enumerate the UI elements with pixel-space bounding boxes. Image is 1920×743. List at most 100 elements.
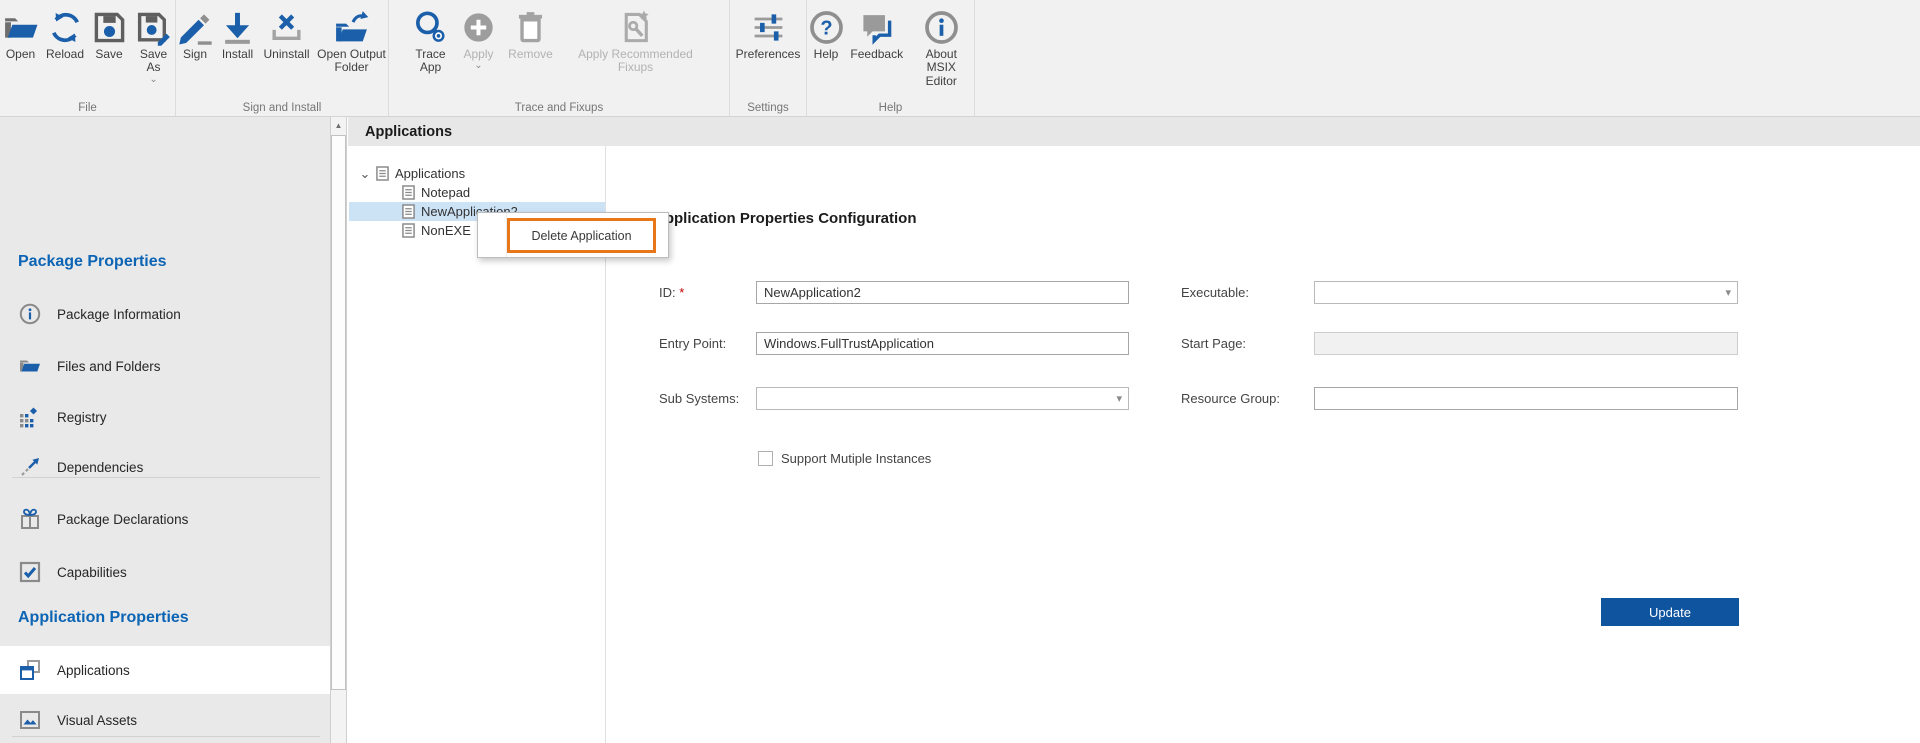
resource-group-label: Resource Group:: [1181, 391, 1280, 406]
apply-button[interactable]: Apply ⌄: [457, 5, 501, 71]
apply-recommended-fixups-button[interactable]: Apply Recommended Fixups: [561, 5, 711, 76]
open-output-folder-button[interactable]: Open Output Folder: [315, 5, 388, 76]
save-as-icon: [135, 6, 172, 48]
sidebar-item-label: Files and Folders: [57, 358, 161, 374]
reload-label: Reload: [46, 47, 85, 61]
feedback-button[interactable]: Feedback: [848, 5, 906, 62]
dropdown-chevron-icon: ▾: [1725, 287, 1731, 299]
document-icon: [376, 166, 389, 181]
executable-dropdown[interactable]: ▾: [1314, 281, 1738, 304]
context-menu: Delete Application: [477, 212, 669, 258]
open-label: Open: [5, 47, 36, 61]
about-msix-editor-button[interactable]: About MSIX Editor: [909, 5, 974, 89]
reload-button[interactable]: Reload: [44, 5, 86, 62]
document-icon: [402, 223, 415, 238]
sidebar-item-label: Package Declarations: [57, 511, 189, 527]
delete-application-menu-item[interactable]: Delete Application: [507, 218, 656, 253]
update-button[interactable]: Update: [1601, 598, 1739, 626]
sidebar-item-label: Applications: [57, 662, 130, 678]
sidebar-divider: [12, 477, 320, 478]
sidebar-item-files-and-folders[interactable]: Files and Folders: [0, 345, 330, 387]
sidebar-item-label: Package Information: [57, 306, 181, 322]
preferences-sliders-icon: [750, 6, 787, 48]
support-multiple-instances-label: Support Mutiple Instances: [781, 451, 932, 466]
tree-node-applications[interactable]: ⌄ Applications: [358, 164, 466, 183]
trace-app-label: Trace App: [415, 47, 446, 75]
save-as-button[interactable]: Save As ⌄: [132, 5, 175, 85]
entry-point-input[interactable]: [756, 332, 1129, 355]
resource-group-input[interactable]: [1314, 387, 1738, 410]
scrollbar-up-arrow-icon[interactable]: ▲: [331, 117, 346, 134]
document-icon: [402, 185, 415, 200]
tree-node-notepad[interactable]: Notepad: [402, 183, 470, 202]
sidebar-item-registry[interactable]: Registry: [0, 396, 330, 438]
install-arrow-icon: [219, 6, 256, 48]
scrollbar-thumb[interactable]: [331, 135, 346, 690]
apply-dropdown-chevron-icon[interactable]: ⌄: [474, 61, 482, 71]
sub-systems-label: Sub Systems:: [659, 391, 740, 406]
vertical-scrollbar[interactable]: ▲: [330, 117, 347, 743]
gift-box-icon: [18, 507, 42, 531]
group-label-trace-fixups: Trace and Fixups: [514, 102, 604, 114]
uninstall-label: Uninstall: [263, 47, 310, 61]
sidebar-item-label: Capabilities: [57, 564, 127, 580]
about-info-icon: [923, 6, 960, 48]
sidebar-item-capabilities[interactable]: Capabilities: [0, 551, 330, 593]
chevron-down-icon[interactable]: ⌄: [358, 166, 372, 182]
recommended-fixups-icon: [617, 6, 654, 48]
group-label-sign-install: Sign and Install: [242, 102, 322, 114]
save-as-dropdown-chevron-icon[interactable]: ⌄: [149, 74, 157, 84]
sidebar-heading-package-properties: Package Properties: [18, 253, 167, 270]
page-title: Applications: [365, 123, 453, 140]
sidebar-item-dependencies[interactable]: Dependencies: [0, 446, 330, 488]
sidebar-item-package-declarations[interactable]: Package Declarations: [0, 498, 330, 540]
support-multiple-instances-checkbox[interactable]: [758, 451, 773, 466]
sidebar-item-visual-assets[interactable]: Visual Assets: [0, 699, 330, 741]
save-as-label: Save As: [139, 47, 168, 75]
feedback-label: Feedback: [850, 47, 904, 61]
tree-node-nonexe[interactable]: NonEXE: [402, 221, 471, 240]
form-heading: Application Properties Configuration: [654, 210, 917, 227]
ribbon-toolbar: Open Reload Save Save As ⌄ File Sign Ins…: [0, 0, 1920, 117]
preferences-button[interactable]: Preferences: [733, 5, 803, 62]
sign-label: Sign: [182, 47, 208, 61]
open-output-folder-label: Open Output Folder: [317, 47, 386, 75]
remove-trash-icon: [512, 6, 549, 48]
trace-app-icon: [412, 6, 449, 48]
sidebar-divider: [12, 736, 320, 737]
group-label-help: Help: [878, 102, 903, 114]
trace-app-button[interactable]: Trace App: [408, 5, 454, 76]
executable-label: Executable:: [1181, 285, 1249, 300]
sidebar-item-package-information[interactable]: Package Information: [0, 293, 330, 335]
tree-node-label: NonEXE: [421, 223, 471, 238]
apply-recommended-fixups-label: Apply Recommended Fixups: [578, 47, 693, 75]
open-output-folder-icon: [333, 6, 370, 48]
preferences-label: Preferences: [735, 47, 801, 61]
remove-button[interactable]: Remove: [504, 5, 558, 62]
sign-button[interactable]: Sign: [176, 5, 214, 62]
start-page-label: Start Page:: [1181, 336, 1247, 351]
ribbon-group-sign-install: Sign Install Uninstall Open Output Folde…: [176, 0, 389, 116]
save-button[interactable]: Save: [89, 5, 129, 62]
sidebar-item-label: Dependencies: [57, 459, 144, 475]
main-titlebar: Applications: [348, 117, 1920, 146]
id-input[interactable]: [756, 281, 1129, 304]
registry-squares-icon: [18, 405, 42, 429]
save-icon: [91, 6, 128, 48]
install-button[interactable]: Install: [217, 5, 258, 62]
capabilities-checkbox-icon: [18, 560, 42, 584]
help-button[interactable]: ? Help: [807, 5, 845, 62]
about-msix-editor-label: About MSIX Editor: [925, 47, 957, 88]
uninstall-button[interactable]: Uninstall: [261, 5, 312, 62]
sidebar-item-applications[interactable]: Applications: [0, 646, 330, 694]
group-label-settings: Settings: [747, 102, 789, 114]
msix-editor-window: Open Reload Save Save As ⌄ File Sign Ins…: [0, 0, 1920, 743]
app-window-icon: [18, 658, 42, 682]
sub-systems-dropdown[interactable]: ▾: [756, 387, 1129, 410]
install-label: Install: [221, 47, 254, 61]
sidebar-heading-application-properties: Application Properties: [18, 609, 189, 626]
open-button[interactable]: Open: [0, 5, 41, 62]
info-circle-icon: [18, 302, 42, 326]
save-label: Save: [95, 47, 123, 61]
dependencies-arrow-icon: [18, 455, 42, 479]
